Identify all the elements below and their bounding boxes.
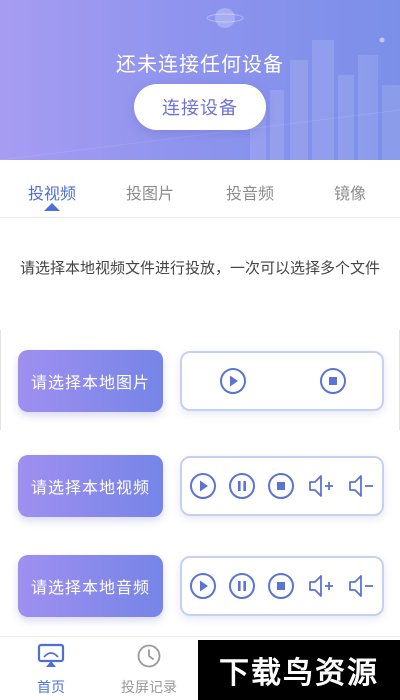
active-tab-indicator: [44, 203, 60, 211]
nav-cast-history-label: 投屏记录: [121, 680, 177, 696]
volume-down-icon[interactable]: [346, 471, 376, 501]
select-local-video-button[interactable]: 请选择本地视频: [18, 455, 163, 517]
play-icon[interactable]: [188, 471, 218, 501]
instruction-text: 请选择本地视频文件进行投放，一次可以选择多个文件: [19, 259, 380, 277]
connect-device-button[interactable]: 连接设备: [134, 84, 266, 130]
audio-controls-panel: [180, 556, 384, 616]
tabs-divider: [0, 217, 400, 218]
stop-icon[interactable]: [266, 571, 296, 601]
play-icon[interactable]: [218, 366, 248, 396]
cast-screen-icon: [37, 643, 65, 667]
volume-down-icon[interactable]: [346, 571, 376, 601]
header-banner: 还未连接任何设备 连接设备: [0, 0, 400, 160]
tab-video[interactable]: 投视频: [12, 180, 92, 204]
media-type-tabs: 投视频 投图片 投音频 镜像: [0, 160, 400, 218]
tab-mirror[interactable]: 镜像: [310, 180, 390, 204]
watermark-logo: 下载鸟资源: [198, 640, 400, 700]
connection-status-title: 还未连接任何设备: [116, 52, 284, 76]
play-icon[interactable]: [188, 571, 218, 601]
stop-icon[interactable]: [318, 366, 348, 396]
nav-cast-history[interactable]: 投屏记录: [114, 643, 184, 697]
image-controls-panel: [180, 351, 384, 411]
select-local-audio-button[interactable]: 请选择本地音频: [18, 555, 163, 617]
volume-up-icon[interactable]: [306, 571, 336, 601]
nav-home[interactable]: 首页: [16, 643, 86, 697]
select-local-image-button[interactable]: 请选择本地图片: [18, 350, 163, 412]
video-controls-panel: [180, 456, 384, 516]
tab-audio[interactable]: 投音频: [210, 180, 290, 204]
nav-home-label: 首页: [37, 680, 65, 696]
pause-icon[interactable]: [227, 471, 257, 501]
stop-icon[interactable]: [266, 471, 296, 501]
volume-up-icon[interactable]: [306, 471, 336, 501]
tab-image[interactable]: 投图片: [110, 180, 190, 204]
pause-icon[interactable]: [227, 571, 257, 601]
clock-icon: [137, 644, 161, 668]
city-skyline-decoration: [0, 8, 400, 160]
left-divider: [0, 330, 1, 430]
